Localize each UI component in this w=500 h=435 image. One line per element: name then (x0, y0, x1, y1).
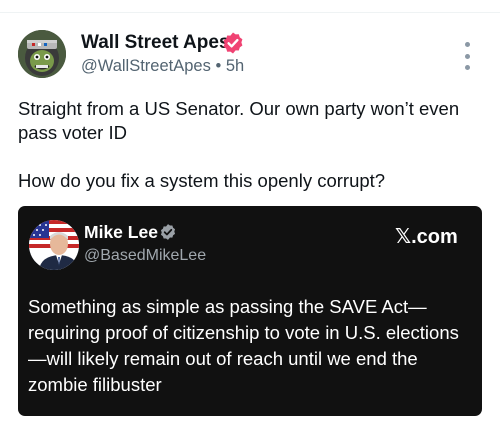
author-avatar[interactable] (18, 30, 66, 78)
author-name[interactable]: Wall Street Apes (81, 32, 230, 54)
author-handle[interactable]: @WallStreetApes (81, 57, 211, 75)
gorilla-avatar-icon (18, 30, 66, 78)
post-paragraph: Straight from a US Senator. Our own part… (18, 98, 460, 143)
author-handle-line: @WallStreetApes • 5h (81, 57, 244, 76)
more-options-button[interactable] (455, 42, 479, 70)
verified-badge-icon (223, 32, 243, 54)
top-divider (0, 12, 500, 13)
quote-verified-badge-icon (160, 224, 176, 240)
post-paragraph: How do you fix a system this openly corr… (18, 170, 386, 191)
quote-author-avatar[interactable] (29, 220, 79, 270)
more-options-dot (464, 65, 470, 70)
quote-author-handle[interactable]: @BasedMikeLee (84, 247, 206, 265)
more-options-icon (464, 42, 470, 47)
post-timestamp[interactable]: 5h (226, 57, 244, 75)
quote-text: Something as simple as passing the SAVE … (28, 296, 459, 395)
meta-separator: • (215, 57, 222, 75)
quote-source-label: 𝕏.com (395, 226, 458, 248)
quoted-post-card[interactable]: Mike Lee @BasedMikeLee 𝕏.com Something a… (18, 206, 482, 416)
post-text: Straight from a US Senator. Our own part… (18, 97, 483, 217)
more-options-dot (464, 53, 470, 59)
quote-author-name[interactable]: Mike Lee (84, 222, 158, 243)
portrait-flag-avatar-icon (29, 220, 79, 270)
